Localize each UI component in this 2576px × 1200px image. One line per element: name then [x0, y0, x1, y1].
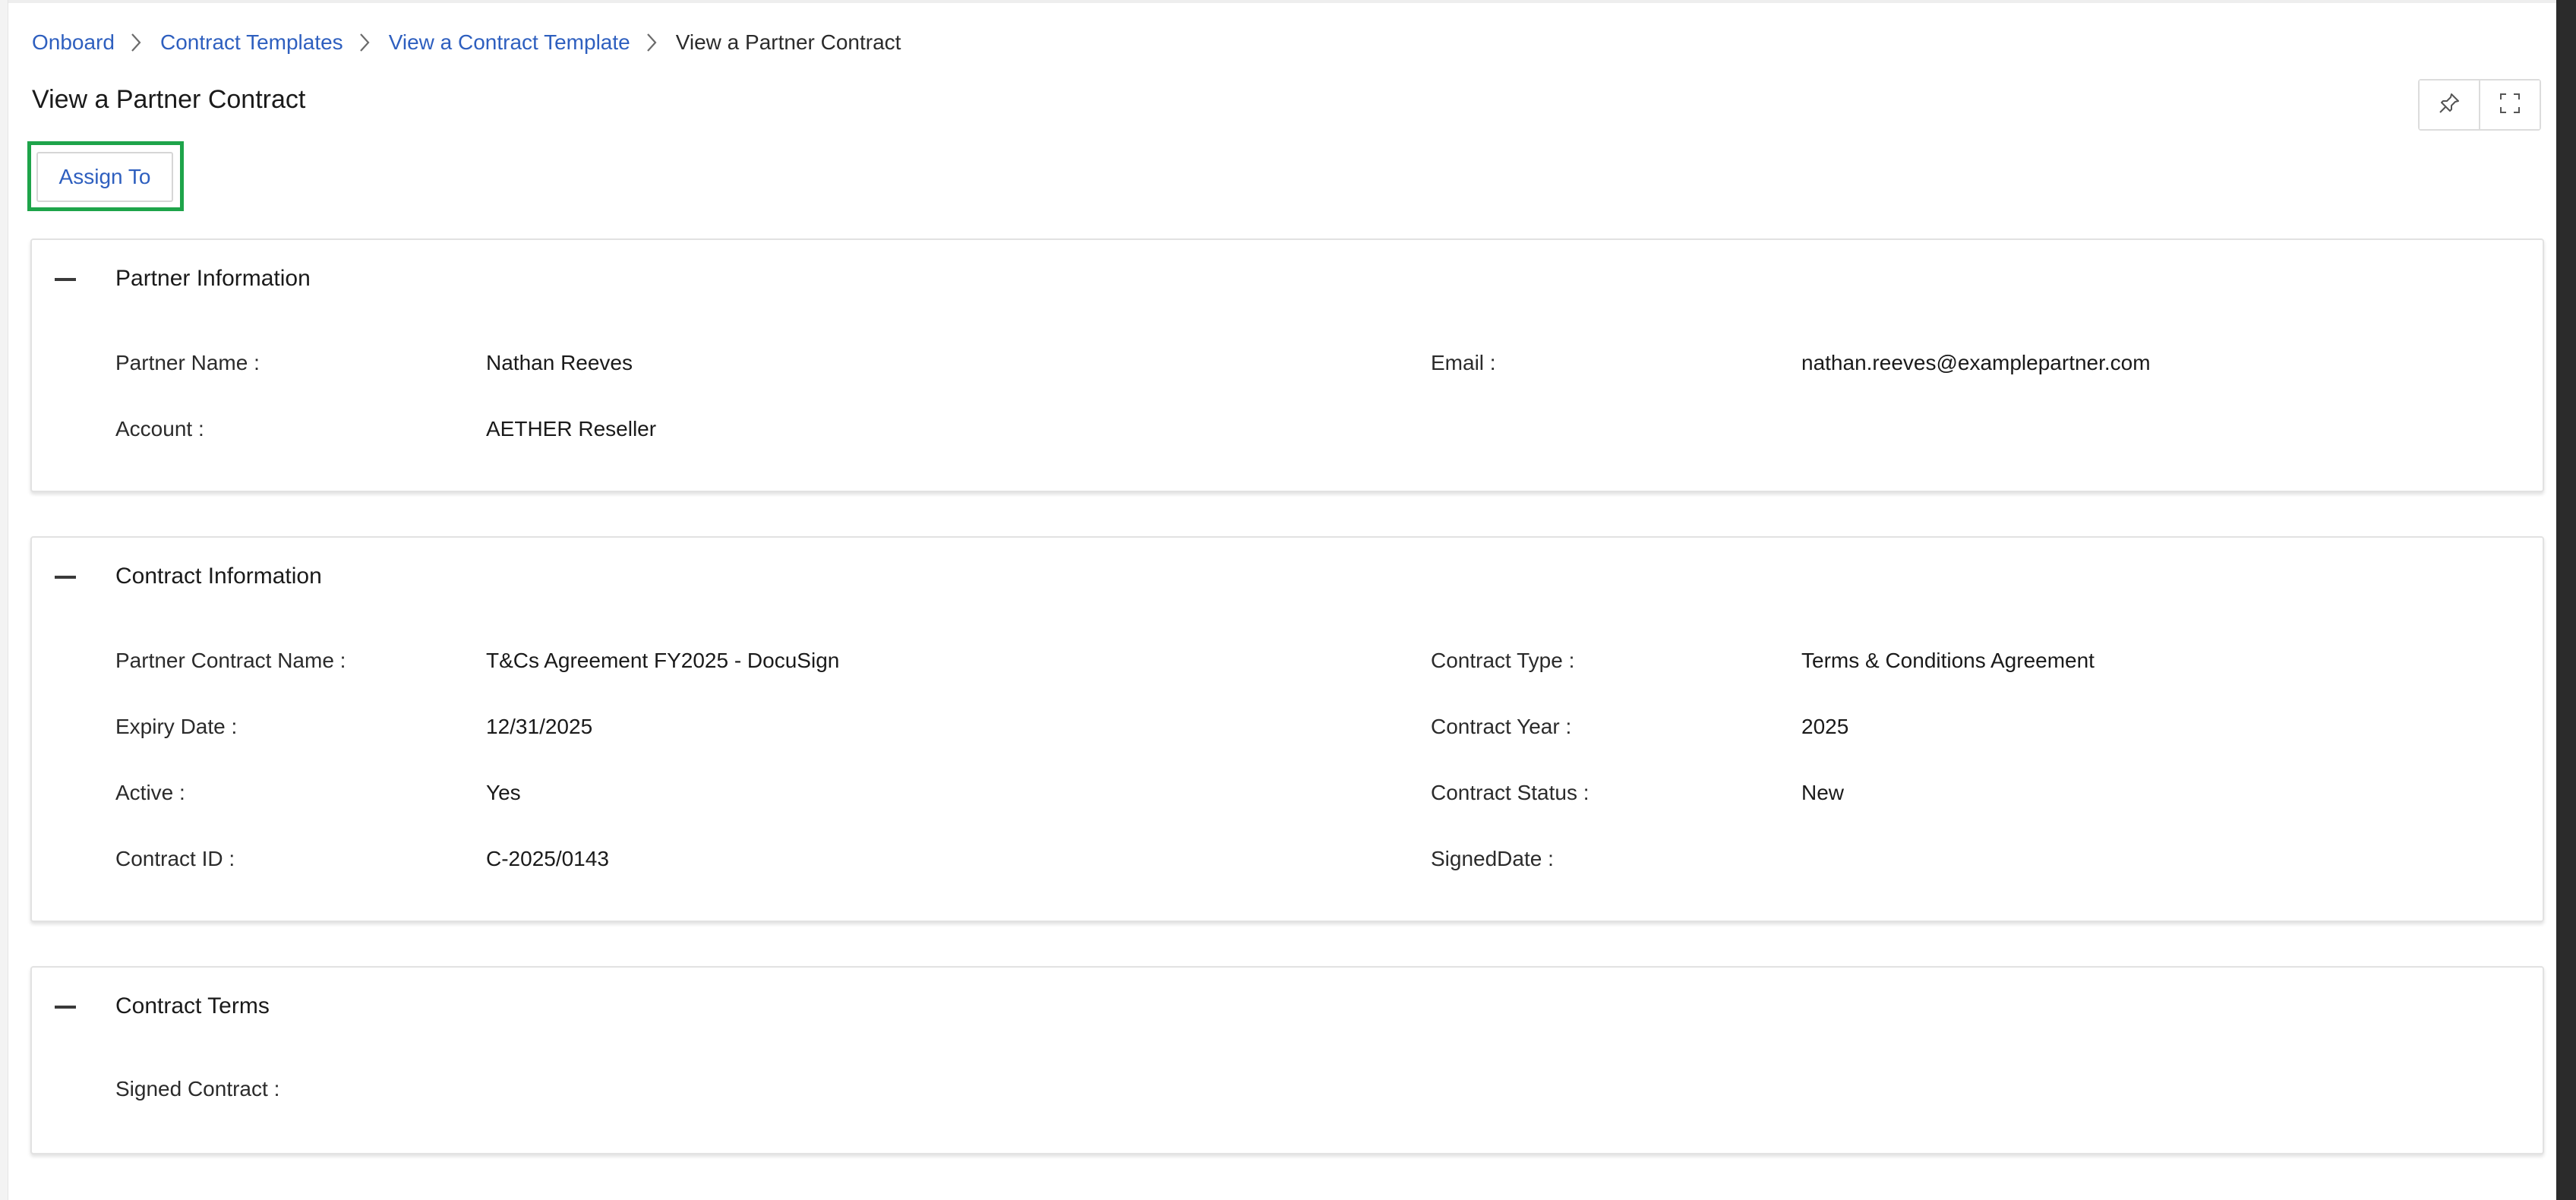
expiry-date-value: 12/31/2025 [486, 715, 593, 738]
email-label: Email : [1431, 351, 1496, 374]
breadcrumb: Onboard Contract Templates View a Contra… [32, 26, 901, 59]
active-value: Yes [486, 781, 521, 804]
expiry-date-label: Expiry Date : [115, 715, 238, 738]
collapse-contract-terms[interactable] [47, 990, 84, 1027]
card-title: Contract Terms [115, 993, 270, 1018]
account-label: Account : [115, 417, 204, 441]
fullscreen-button[interactable] [2479, 81, 2540, 129]
contract-terms-card: Contract Terms Signed Contract : [30, 966, 2544, 1154]
contract-id-value: C-2025/0143 [486, 847, 609, 870]
collapse-partner-information[interactable] [47, 263, 84, 299]
breadcrumb-link-view-contract-template[interactable]: View a Contract Template [389, 30, 630, 55]
chevron-right-icon [630, 26, 676, 59]
chevron-right-icon [343, 26, 389, 59]
collapse-contract-information[interactable] [47, 561, 84, 597]
contract-name-label: Partner Contract Name : [115, 649, 346, 672]
contract-status-value: New [1801, 781, 1845, 804]
partner-name-label: Partner Name : [115, 351, 260, 374]
window-right-edge [2556, 0, 2576, 1200]
contract-year-label: Contract Year : [1431, 715, 1572, 738]
contract-name-value: T&Cs Agreement FY2025 - DocuSign [486, 649, 840, 672]
email-value: nathan.reeves@examplepartner.com [1801, 351, 2151, 374]
signed-contract-label: Signed Contract : [115, 1077, 280, 1101]
page-title: View a Partner Contract [32, 85, 306, 114]
partner-information-card: Partner Information Partner Name : Natha… [30, 238, 2544, 492]
minus-icon [55, 576, 76, 579]
view-tools [2418, 79, 2541, 131]
assign-to-button[interactable]: Assign To [36, 152, 173, 202]
breadcrumb-link-contract-templates[interactable]: Contract Templates [160, 30, 343, 55]
breadcrumb-current: View a Partner Contract [675, 30, 901, 54]
pin-button[interactable] [2420, 81, 2479, 129]
card-title: Contract Information [115, 564, 322, 589]
minus-icon [55, 278, 76, 281]
contract-information-card: Contract Information Partner Contract Na… [30, 536, 2544, 922]
active-label: Active : [115, 781, 185, 804]
pin-icon [2437, 91, 2461, 119]
contract-status-label: Contract Status : [1431, 781, 1589, 804]
card-title: Partner Information [115, 266, 311, 291]
partner-name-value: Nathan Reeves [486, 351, 633, 374]
chevron-right-icon [115, 26, 160, 59]
contract-year-value: 2025 [1801, 715, 1849, 738]
account-value: AETHER Reseller [486, 417, 657, 441]
signed-date-label: SignedDate : [1431, 847, 1554, 870]
breadcrumb-link-onboard[interactable]: Onboard [32, 30, 115, 55]
contract-type-label: Contract Type : [1431, 649, 1575, 672]
fullscreen-icon [2498, 91, 2522, 119]
contract-type-value: Terms & Conditions Agreement [1801, 649, 2095, 672]
page: Onboard Contract Templates View a Contra… [8, 3, 2556, 1200]
minus-icon [55, 1006, 76, 1009]
contract-id-label: Contract ID : [115, 847, 235, 870]
